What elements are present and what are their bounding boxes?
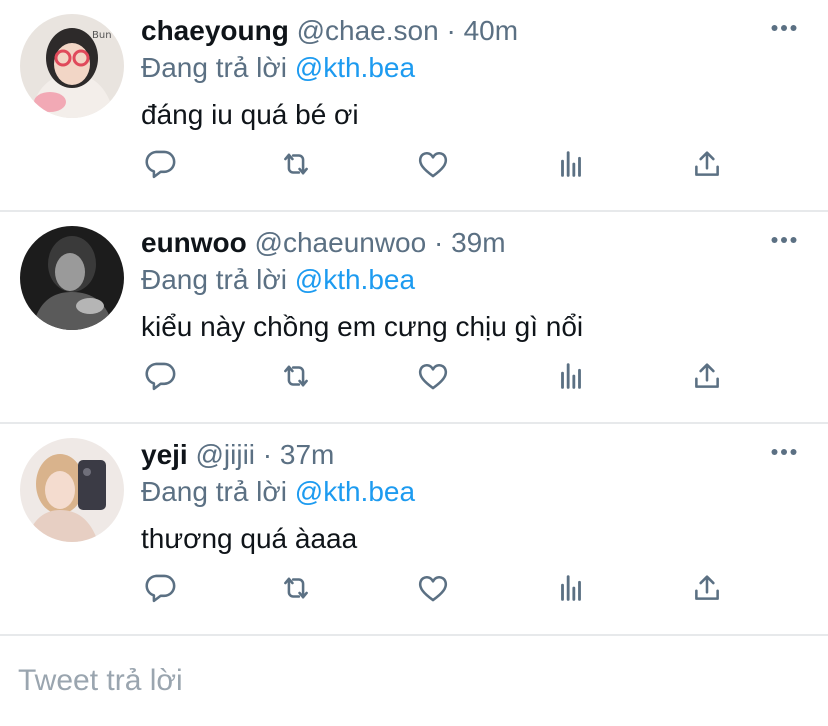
analytics-button[interactable] <box>551 356 591 396</box>
replying-prefix: Đang trả lời <box>141 264 287 295</box>
tweet-text: thương quá àaaa <box>141 523 358 554</box>
more-icon <box>771 237 797 243</box>
mention-link[interactable]: @kth.bea <box>295 264 415 295</box>
reply-icon <box>145 574 176 603</box>
replying-prefix: Đang trả lời <box>141 52 287 83</box>
tweet-text: đáng iu quá bé ơi <box>141 99 359 130</box>
like-button[interactable] <box>413 144 453 184</box>
retweet-icon <box>284 577 308 599</box>
tweet-actions <box>140 144 740 184</box>
reply-tweet[interactable]: yeji @jijii · 37m Đang trả lời @kth.bea … <box>0 424 828 636</box>
reply-icon <box>145 362 176 391</box>
user-handle[interactable]: @chae.son <box>297 15 439 46</box>
retweet-icon <box>284 365 308 387</box>
avatar-photo <box>20 438 124 542</box>
analytics-button[interactable] <box>551 568 591 608</box>
reply-input-placeholder[interactable]: Tweet trả lời <box>18 662 183 700</box>
like-icon <box>418 363 448 390</box>
display-name[interactable]: eunwoo <box>141 227 247 258</box>
timestamp[interactable]: 39m <box>451 227 505 258</box>
like-button[interactable] <box>413 568 453 608</box>
tweet-text: kiểu này chồng em cưng chịu gì nổi <box>141 311 584 342</box>
share-button[interactable] <box>687 144 727 184</box>
user-handle[interactable]: @jijii <box>195 439 255 470</box>
tweet-actions <box>140 356 740 396</box>
share-button[interactable] <box>687 356 727 396</box>
reply-button[interactable] <box>140 568 180 608</box>
mention-link[interactable]: @kth.bea <box>295 476 415 507</box>
separator-dot: · <box>433 227 444 258</box>
share-icon <box>695 151 719 176</box>
user-handle[interactable]: @chaeunwoo <box>255 227 427 258</box>
like-icon <box>418 575 448 602</box>
reply-composer[interactable]: Tweet trả lời <box>0 636 828 726</box>
reply-button[interactable] <box>140 356 180 396</box>
display-name[interactable]: chaeyoung <box>141 15 289 46</box>
replying-prefix: Đang trả lời <box>141 476 287 507</box>
share-icon <box>695 363 719 388</box>
avatar[interactable]: Bun <box>20 14 124 118</box>
timestamp[interactable]: 37m <box>280 439 334 470</box>
reply-icon <box>145 150 176 179</box>
avatar-photo <box>20 226 124 330</box>
like-icon <box>418 151 448 178</box>
avatar-photo: Bun <box>20 14 124 118</box>
like-button[interactable] <box>413 356 453 396</box>
avatar[interactable] <box>20 226 124 330</box>
reply-tweet[interactable]: Bun chaeyoung @chae.son · 40m Đang trả l… <box>0 0 828 212</box>
retweet-button[interactable] <box>276 144 316 184</box>
svg-text:Bun: Bun <box>92 30 112 41</box>
retweet-button[interactable] <box>276 568 316 608</box>
replying-to: Đang trả lời @kth.bea <box>141 473 415 511</box>
more-icon <box>771 449 797 455</box>
more-icon <box>771 25 797 31</box>
reply-tweet[interactable]: eunwoo @chaeunwoo · 39m Đang trả lời @kt… <box>0 212 828 424</box>
share-button[interactable] <box>687 568 727 608</box>
more-options-button[interactable] <box>770 226 798 254</box>
share-icon <box>695 575 719 600</box>
avatar[interactable] <box>20 438 124 542</box>
analytics-icon <box>561 363 581 389</box>
replying-to: Đang trả lời @kth.bea <box>141 49 415 87</box>
replying-to: Đang trả lời @kth.bea <box>141 261 415 299</box>
mention-link[interactable]: @kth.bea <box>295 52 415 83</box>
analytics-icon <box>561 575 581 601</box>
retweet-icon <box>284 153 308 175</box>
retweet-button[interactable] <box>276 356 316 396</box>
analytics-icon <box>561 151 581 177</box>
more-options-button[interactable] <box>770 14 798 42</box>
tweet-actions <box>140 568 740 608</box>
reply-button[interactable] <box>140 144 180 184</box>
separator-dot: · <box>262 439 273 470</box>
display-name[interactable]: yeji <box>141 439 188 470</box>
more-options-button[interactable] <box>770 438 798 466</box>
separator-dot: · <box>446 15 456 46</box>
analytics-button[interactable] <box>551 144 591 184</box>
timestamp[interactable]: 40m <box>464 15 518 46</box>
